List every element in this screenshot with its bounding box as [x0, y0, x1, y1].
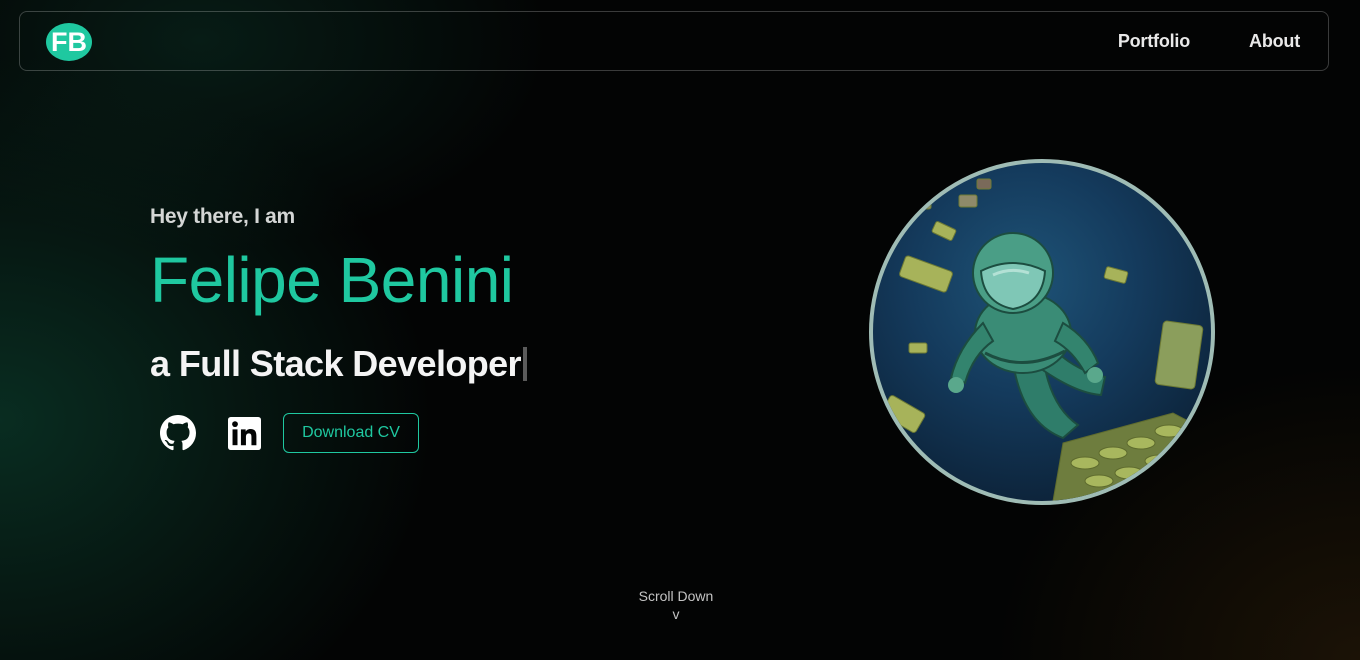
logo-text: FB — [51, 27, 87, 57]
logo[interactable]: FB — [45, 22, 93, 62]
scroll-down-arrow: v — [672, 606, 680, 622]
nav-link-about[interactable]: About — [1249, 31, 1300, 52]
role-text: a Full Stack Developer — [150, 343, 522, 384]
typing-cursor — [522, 347, 527, 381]
nav-links: Portfolio About — [1118, 12, 1300, 70]
scroll-down[interactable]: Scroll Down v — [620, 587, 732, 623]
github-icon — [160, 415, 196, 451]
scroll-down-label: Scroll Down — [638, 588, 714, 604]
github-link[interactable] — [160, 415, 196, 451]
greeting-text: Hey there, I am — [150, 205, 295, 228]
hero-name: Felipe Benini — [150, 244, 514, 316]
avatar — [869, 159, 1215, 505]
linkedin-link[interactable] — [228, 417, 261, 450]
hero-role: a Full Stack Developer — [150, 344, 527, 384]
astronaut-illustration — [880, 178, 1211, 501]
linkedin-icon — [228, 417, 261, 450]
download-cv-button[interactable]: Download CV — [283, 413, 419, 453]
nav-link-portfolio[interactable]: Portfolio — [1118, 31, 1190, 52]
navbar: FB Portfolio About — [19, 11, 1329, 71]
